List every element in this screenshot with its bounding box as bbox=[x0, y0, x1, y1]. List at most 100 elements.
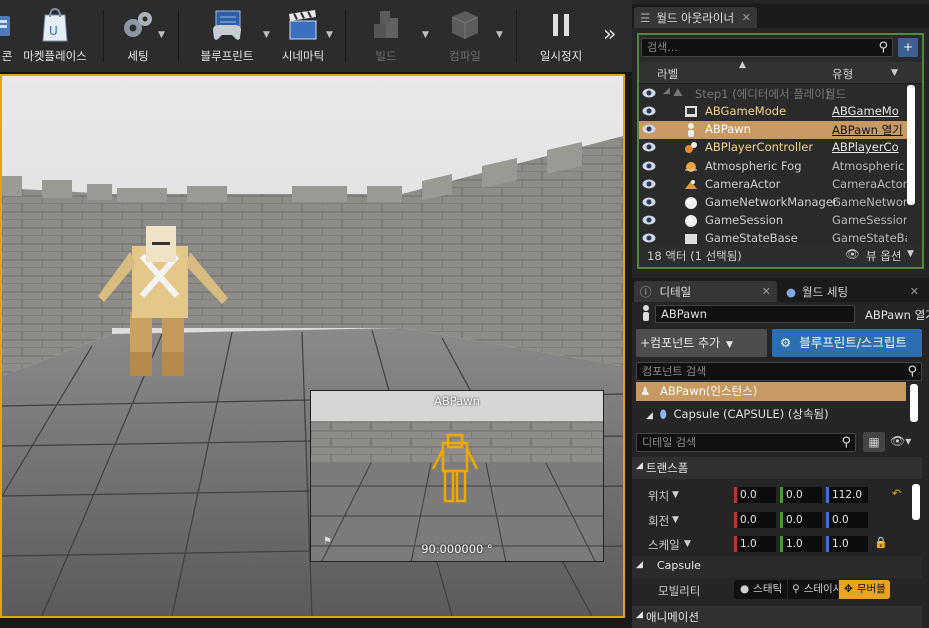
level-viewport[interactable]: ABPawn ⚑ 90.000000 ° bbox=[0, 74, 625, 618]
rotation-z-field[interactable]: 0.0 bbox=[826, 512, 868, 528]
view-options-button[interactable]: 뷰 옵션 bbox=[866, 248, 901, 264]
toolbar-overflow-chevron[interactable]: » bbox=[603, 22, 616, 47]
components-scrollbar[interactable] bbox=[910, 384, 918, 422]
capsule-icon: ⬮ bbox=[659, 407, 667, 421]
collapse-arrow-icon[interactable]: ◢ bbox=[646, 411, 653, 421]
visibility-eye-icon[interactable] bbox=[642, 87, 656, 99]
outliner-row[interactable]: ABGameMode ABGameMo bbox=[639, 103, 907, 121]
compile-button[interactable]: 컴파일 bbox=[438, 6, 492, 68]
lock-icon[interactable]: 🔒 bbox=[874, 536, 888, 549]
tab-world-outliner[interactable]: ☰ 월드 아웃라이너 ✕ bbox=[634, 7, 757, 28]
scale-y-field[interactable]: 1.0 bbox=[780, 536, 822, 552]
location-y-field[interactable]: 0.0 bbox=[780, 487, 822, 503]
location-label: 위치 bbox=[648, 489, 670, 503]
view-options-chevron-icon[interactable]: ▼ bbox=[907, 249, 914, 259]
visibility-eye-icon[interactable] bbox=[642, 196, 656, 208]
actor-type[interactable]: ABPawn 열기 bbox=[832, 122, 903, 138]
add-component-button[interactable]: +컴포넌트 추가 ▼ bbox=[636, 329, 767, 357]
rotation-x-field[interactable]: 0.0 bbox=[734, 512, 776, 528]
collapse-arrow-icon[interactable]: ◢ bbox=[636, 461, 643, 471]
outliner-row[interactable]: GameSession GameSession bbox=[639, 212, 907, 230]
outliner-row[interactable]: ABPlayerController ABPlayerCo bbox=[639, 139, 907, 157]
blueprint-script-button[interactable]: ⚙ 블루프린트/스크립트 bbox=[772, 329, 922, 357]
close-icon[interactable]: ✕ bbox=[910, 285, 919, 298]
content-button[interactable]: 콘 bbox=[0, 6, 14, 68]
type-column-header[interactable]: 유형 bbox=[832, 66, 853, 82]
cinematics-dropdown-arrow[interactable]: ▼ bbox=[326, 30, 336, 40]
mobility-movable-option[interactable]: ✥ 무버블 bbox=[839, 580, 890, 599]
pause-button[interactable]: 일시정지 bbox=[534, 6, 588, 68]
chevron-down-icon: ▼ bbox=[725, 340, 733, 350]
scale-z-field[interactable]: 1.0 bbox=[826, 536, 868, 552]
reset-arrow-icon[interactable]: ↶ bbox=[892, 487, 901, 500]
view-options-eye-icon[interactable]: 👁 bbox=[845, 247, 860, 261]
close-icon[interactable]: ✕ bbox=[742, 11, 751, 24]
outliner-world-row[interactable]: ◢ ⛰ Step1 (에디터에서 플레이) 월드 bbox=[639, 85, 907, 103]
mobility-stationary-label: 스테이셔너리 bbox=[803, 583, 838, 595]
property-matrix-icon[interactable]: ▦ bbox=[863, 432, 885, 452]
visibility-eye-icon[interactable] bbox=[642, 232, 656, 244]
location-z-field[interactable]: 112.0 bbox=[826, 487, 868, 503]
outliner-row[interactable]: ABPawn ABPawn 열기 bbox=[639, 121, 907, 140]
visibility-options-eye-icon[interactable]: 👁▾ bbox=[890, 434, 911, 448]
chevron-down-icon[interactable]: ▼ bbox=[672, 515, 679, 525]
collapse-arrow-icon[interactable]: ◢ bbox=[663, 86, 670, 96]
scale-x-field[interactable]: 1.0 bbox=[734, 536, 776, 552]
mobility-stationary-option[interactable]: ⚲스테이셔너리 bbox=[788, 580, 838, 599]
visibility-eye-icon[interactable] bbox=[642, 141, 656, 153]
close-icon[interactable]: ✕ bbox=[762, 285, 771, 298]
capsule-component-row[interactable]: ◢ ⬮ Capsule (CAPSULE) (상속됨) bbox=[636, 405, 906, 424]
outliner-row[interactable]: Atmospheric Fog Atmospheric bbox=[639, 158, 907, 176]
add-component-label: +컴포넌트 추가 bbox=[640, 336, 721, 350]
compile-dropdown-arrow[interactable]: ▼ bbox=[496, 30, 506, 40]
column-options-icon[interactable]: ▼ bbox=[891, 68, 898, 78]
build-button[interactable]: 빌드 bbox=[364, 6, 408, 68]
collapse-arrow-icon[interactable]: ◢ bbox=[636, 610, 643, 620]
outliner-scrollbar[interactable] bbox=[907, 85, 915, 205]
outliner-search-input[interactable]: 검색... ⚲ bbox=[641, 38, 893, 57]
outliner-tab-title: 월드 아웃라이너 bbox=[656, 10, 735, 25]
camera-actor-icon bbox=[685, 179, 697, 189]
details-scrollbar[interactable] bbox=[912, 484, 920, 520]
visibility-eye-icon[interactable] bbox=[642, 123, 656, 135]
outliner-header: 라벨 ▲ 유형 ▼ bbox=[639, 60, 922, 84]
actor-type[interactable]: ABGameMo bbox=[832, 104, 899, 118]
settings-button[interactable]: 세팅 bbox=[116, 6, 160, 68]
component-instance-row[interactable]: ♟ ABPawn(인스턴스) bbox=[636, 382, 906, 401]
mobility-static-option[interactable]: ● 스태틱 bbox=[734, 580, 787, 599]
chevron-down-icon[interactable]: ▼ bbox=[672, 490, 679, 500]
detail-search-input[interactable]: 디테일 검색 ⚲ bbox=[636, 433, 856, 452]
visibility-eye-icon[interactable] bbox=[642, 178, 656, 190]
tab-world-settings[interactable]: ● 월드 세팅 ✕ bbox=[780, 281, 925, 302]
outliner-row[interactable]: GameNetworkManager GameNetwor bbox=[639, 194, 907, 212]
build-dropdown-arrow[interactable]: ▼ bbox=[422, 30, 432, 40]
label-column-header[interactable]: 라벨 bbox=[657, 66, 678, 82]
visibility-eye-icon[interactable] bbox=[642, 160, 656, 172]
outliner-footer: 18 액터 (1 선택됨) 👁 뷰 옵션 ▼ bbox=[639, 244, 922, 267]
tab-details[interactable]: ⓘ 디테일 ✕ bbox=[634, 281, 777, 302]
collapse-arrow-icon[interactable]: ◢ bbox=[636, 560, 643, 570]
blueprints-label: 블루프린트 bbox=[200, 49, 254, 63]
open-blueprint-link[interactable]: ABPawn 열기 bbox=[865, 307, 929, 323]
chevron-down-icon[interactable]: ▼ bbox=[684, 539, 691, 549]
marketplace-button[interactable]: U 마켓플레이스 bbox=[20, 6, 90, 68]
blueprints-button[interactable]: 블루프린트 bbox=[196, 6, 258, 68]
visibility-eye-icon[interactable] bbox=[642, 105, 656, 117]
visibility-eye-icon[interactable] bbox=[642, 214, 656, 226]
outliner-row[interactable]: CameraActor CameraActor bbox=[639, 176, 907, 194]
add-actor-icon[interactable]: + bbox=[898, 38, 918, 57]
mobility-row: 모빌리티 ●스태틱 ⚲스테이셔너리 ✥무버블 bbox=[632, 579, 922, 601]
rotation-y-field[interactable]: 0.0 bbox=[780, 512, 822, 528]
mobility-label: 모빌리티 bbox=[658, 584, 701, 598]
actor-type[interactable]: ABPlayerCo bbox=[832, 140, 899, 154]
cinematics-button[interactable]: 시네마틱 bbox=[278, 6, 328, 68]
transform-section-header[interactable]: ◢ 트랜스폼 bbox=[632, 457, 922, 479]
animation-section-header[interactable]: ◢ 애니메이션 bbox=[632, 606, 922, 628]
blueprints-dropdown-arrow[interactable]: ▼ bbox=[263, 30, 273, 40]
capsule-section-header[interactable]: ◢ Capsule bbox=[632, 556, 922, 578]
object-name-field[interactable]: ABPawn bbox=[655, 305, 855, 323]
settings-dropdown-arrow[interactable]: ▼ bbox=[158, 30, 168, 40]
location-x-field[interactable]: 0.0 bbox=[734, 487, 776, 503]
component-search-input[interactable]: 컴포넌트 검색 ⚲ bbox=[636, 362, 922, 381]
location-row: 위치 ▼ 0.0 0.0 112.0 ↶ bbox=[632, 484, 922, 506]
